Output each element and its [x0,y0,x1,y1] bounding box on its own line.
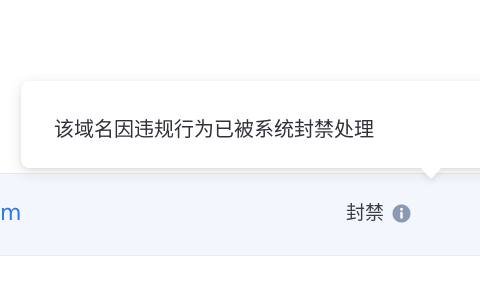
table-divider-bottom [0,255,480,256]
tooltip-text: 该域名因违规行为已被系统封禁处理 [54,117,374,141]
domain-link[interactable]: m [0,201,21,227]
info-icon[interactable] [392,204,411,223]
status-label: 封禁 [346,202,385,224]
status-cell: 封禁 [346,200,411,226]
